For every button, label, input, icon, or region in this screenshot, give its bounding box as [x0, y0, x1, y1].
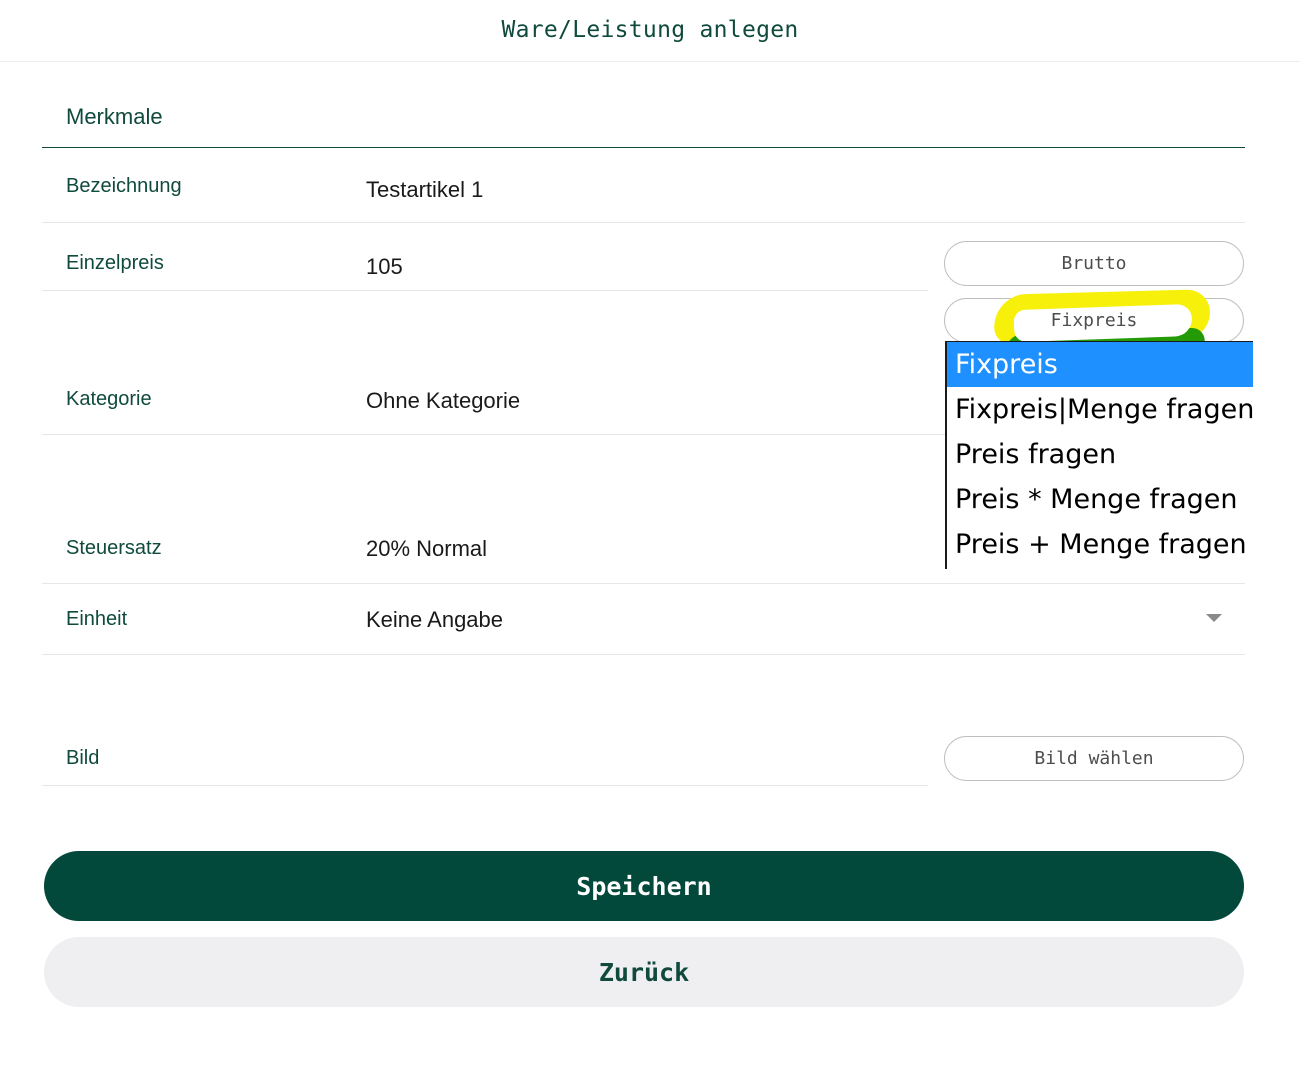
row-divider — [42, 290, 928, 291]
einzelpreis-input[interactable]: 105 — [366, 254, 403, 280]
bezeichnung-input[interactable]: Testartikel 1 — [366, 177, 483, 203]
einheit-label: Einheit — [66, 608, 128, 630]
steuersatz-select[interactable]: 20% Normal — [366, 536, 487, 562]
bezeichnung-label: Bezeichnung — [66, 175, 182, 197]
row-divider — [42, 654, 1245, 655]
dropdown-option[interactable]: Fixpreis — [947, 342, 1253, 387]
row-divider — [42, 785, 928, 786]
dropdown-option[interactable]: Fixpreis|Menge fragen — [947, 387, 1254, 432]
brutto-toggle-button[interactable]: Brutto — [944, 241, 1244, 286]
kategorie-label: Kategorie — [66, 388, 152, 410]
dropdown-option[interactable]: Preis + Menge fragen — [947, 522, 1253, 567]
dropdown-option[interactable]: Preis * Menge fragen — [947, 477, 1253, 522]
einzelpreis-label: Einzelpreis — [66, 252, 164, 274]
price-type-dropdown-list: Fixpreis Fixpreis|Menge fragen Preis fra… — [945, 341, 1254, 569]
chevron-down-icon[interactable] — [1206, 614, 1222, 622]
einheit-select[interactable]: Keine Angabe — [366, 607, 503, 633]
row-divider — [42, 583, 1245, 584]
page-header: Ware/Leistung anlegen — [0, 0, 1300, 62]
page-title: Ware/Leistung anlegen — [501, 16, 799, 43]
row-divider — [42, 222, 1245, 223]
choose-image-button[interactable]: Bild wählen — [944, 736, 1244, 781]
price-type-select-label: Fixpreis — [1050, 310, 1138, 331]
kategorie-select[interactable]: Ohne Kategorie — [366, 388, 520, 414]
section-title: Merkmale — [66, 104, 163, 129]
steuersatz-label: Steuersatz — [66, 537, 162, 559]
section-divider — [42, 147, 1245, 148]
bild-label: Bild — [66, 747, 100, 769]
dropdown-option[interactable]: Preis fragen — [947, 432, 1253, 477]
save-button[interactable]: Speichern — [44, 851, 1244, 921]
back-button[interactable]: Zurück — [44, 937, 1244, 1007]
